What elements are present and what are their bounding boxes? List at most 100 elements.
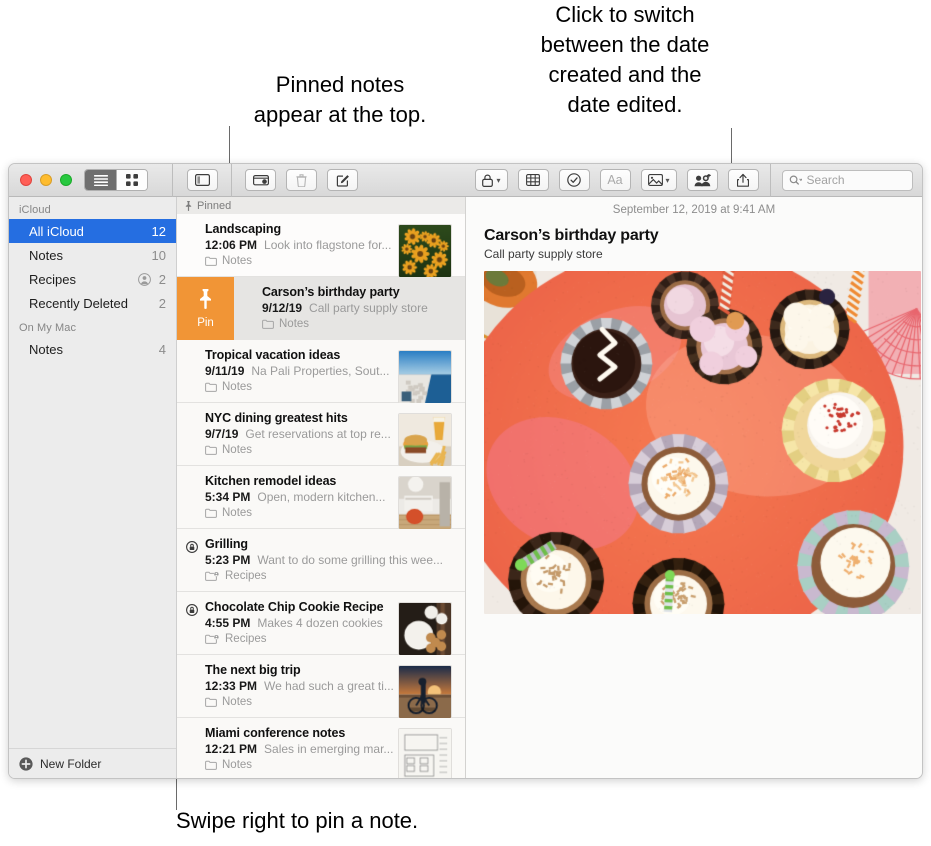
note-item-snippet: Na Pali Properties, Sout...	[251, 364, 389, 378]
sidebar-item-count: 4	[159, 342, 166, 357]
note-list-item[interactable]: Miami conference notes 12:21 PM Sales in e…	[177, 718, 465, 778]
sidebar-item-count: 12	[152, 224, 166, 239]
search-input[interactable]: Search	[782, 170, 913, 191]
note-item-folder: Notes	[222, 381, 252, 393]
note-list-item[interactable]: Pin Carson’s birthday party 9/12/19 Call pa…	[177, 277, 465, 340]
note-title[interactable]: Carson’s birthday party	[466, 216, 922, 245]
locked-note-icon	[186, 540, 198, 552]
toolbar-divider-3	[770, 164, 771, 197]
add-people-button[interactable]	[687, 169, 718, 191]
note-list-item[interactable]: Kitchen remodel ideas 5:34 PM Open, modern…	[177, 466, 465, 529]
note-item-folder: Recipes	[225, 570, 267, 582]
note-item-thumbnail	[398, 665, 452, 719]
note-item-date: 9/12/19	[262, 301, 302, 315]
callout-swipe-to-pin: Swipe right to pin a note.	[176, 806, 596, 836]
callout-pinned-notes: Pinned notes appear at the top.	[205, 70, 475, 130]
note-item-snippet: Look into flagstone for...	[264, 238, 391, 252]
note-item-thumbnail	[398, 413, 452, 467]
format-button[interactable]: Aa	[600, 169, 631, 191]
note-list-item[interactable]: NYC dining greatest hits 9/7/19 Get reserv…	[177, 403, 465, 466]
folder-icon	[262, 319, 274, 329]
pin-icon	[197, 289, 214, 314]
note-item-thumbnail	[398, 728, 452, 778]
note-detail-pane: September 12, 2019 at 9:41 AM Carson’s b…	[466, 197, 922, 778]
folder-icon	[205, 382, 217, 392]
pin-icon	[184, 201, 193, 211]
new-folder-label: New Folder	[40, 757, 101, 771]
note-body-text[interactable]: Call party supply store	[466, 245, 922, 261]
new-note-button[interactable]	[327, 169, 358, 191]
window-controls	[9, 174, 72, 186]
shared-folder-icon	[205, 571, 220, 581]
sidebar-item-label: Recently Deleted	[29, 296, 159, 311]
pin-action-label: Pin	[197, 317, 214, 329]
minimize-button[interactable]	[40, 174, 52, 186]
note-list-item[interactable]: The next big trip 12:33 PM We had such a g…	[177, 655, 465, 718]
note-list-item[interactable]: Tropical vacation ideas 9/11/19 Na Pali Pr…	[177, 340, 465, 403]
sidebar-section-header: On My Mac	[9, 315, 176, 337]
folder-icon	[205, 508, 217, 518]
checklist-button[interactable]	[559, 169, 590, 191]
sidebar-item-recipes[interactable]: Recipes 2	[9, 267, 176, 291]
note-list[interactable]: Pinned Landscaping 12:06 PM Look into flag…	[177, 197, 466, 778]
note-item-thumbnail	[398, 602, 452, 656]
close-button[interactable]	[20, 174, 32, 186]
pin-swipe-action[interactable]: Pin	[177, 277, 234, 340]
sidebar-item-notes[interactable]: Notes 4	[9, 337, 176, 361]
toolbar: ▾ Aa ▾ Search	[9, 164, 922, 197]
note-item-title: Carson’s birthday party	[262, 285, 465, 299]
zoom-button[interactable]	[60, 174, 72, 186]
sidebar-item-count: 10	[152, 248, 166, 263]
notes-app-window: ▾ Aa ▾ Search iCloud All iCloud 12 Notes…	[8, 163, 923, 779]
sidebar-item-recently-deleted[interactable]: Recently Deleted 2	[9, 291, 176, 315]
window-body: iCloud All iCloud 12 Notes 10 Recipes 2 Recentl…	[9, 197, 922, 778]
sidebar: iCloud All iCloud 12 Notes 10 Recipes 2 Recentl…	[9, 197, 177, 778]
share-button[interactable]	[728, 169, 759, 191]
folder-icon	[205, 445, 217, 455]
sidebar-item-label: Recipes	[29, 272, 138, 287]
note-item-date: 5:23 PM	[205, 553, 250, 567]
pinned-section-header: Pinned	[177, 197, 465, 214]
note-item-snippet: Open, modern kitchen...	[257, 490, 385, 504]
sidebar-section-header: iCloud	[9, 197, 176, 219]
search-placeholder: Search	[807, 173, 845, 187]
toolbar-divider-2	[231, 164, 232, 197]
grid-view-icon[interactable]	[116, 170, 147, 190]
sidebar-toggle-button[interactable]	[187, 169, 218, 191]
folder-icon	[205, 256, 217, 266]
new-folder-button[interactable]: New Folder	[9, 748, 176, 778]
note-item-date: 5:34 PM	[205, 490, 250, 504]
note-item-thumbnail	[398, 350, 452, 404]
sidebar-item-all-icloud[interactable]: All iCloud 12	[9, 219, 176, 243]
add-folder-button[interactable]	[245, 169, 276, 191]
note-item-date: 12:21 PM	[205, 742, 257, 756]
note-item-date: 9/11/19	[205, 364, 244, 378]
delete-button[interactable]	[286, 169, 317, 191]
list-view-icon[interactable]	[85, 170, 116, 190]
sidebar-item-label: Notes	[29, 342, 159, 357]
note-date-toggle[interactable]: September 12, 2019 at 9:41 AM	[466, 197, 922, 216]
note-item-snippet: Want to do some grilling this wee...	[257, 553, 443, 567]
note-item-snippet: Sales in emerging mar...	[264, 742, 393, 756]
sidebar-item-notes[interactable]: Notes 10	[9, 243, 176, 267]
note-list-item[interactable]: Chocolate Chip Cookie Recipe 4:55 PM Makes…	[177, 592, 465, 655]
sidebar-item-label: All iCloud	[29, 224, 152, 239]
note-list-item[interactable]: Landscaping 12:06 PM Look into flagstone f…	[177, 214, 465, 277]
note-item-thumbnail	[398, 224, 452, 278]
note-item-date: 9/7/19	[205, 427, 238, 441]
table-button[interactable]	[518, 169, 549, 191]
sidebar-item-count: 2	[159, 272, 166, 287]
toolbar-divider-1	[172, 164, 173, 197]
note-photo-cupcakes[interactable]	[484, 271, 921, 614]
note-item-snippet: Makes 4 dozen cookies	[257, 616, 382, 630]
lock-button[interactable]: ▾	[475, 169, 507, 191]
note-item-folder: Notes	[222, 507, 252, 519]
note-item-folder: Notes	[279, 318, 309, 330]
shared-folder-icon	[205, 634, 220, 644]
note-item-folder: Notes	[222, 759, 252, 771]
note-item-snippet: Get reservations at top re...	[245, 427, 390, 441]
format-label: Aa	[607, 173, 622, 187]
media-button[interactable]: ▾	[641, 169, 677, 191]
note-list-item[interactable]: Grilling 5:23 PM Want to do some grilling …	[177, 529, 465, 592]
note-item-folder: Recipes	[225, 633, 267, 645]
